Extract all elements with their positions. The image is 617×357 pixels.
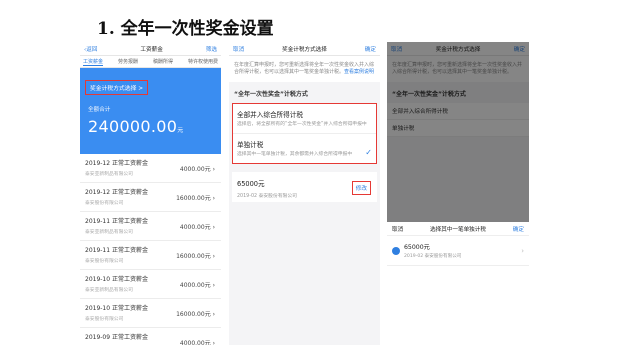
bonus-picker-sheet: 取消 选择其中一笔单独计税 确定 65000元 2019-02 泰安股份有限公司… — [387, 222, 529, 345]
nav-title: 奖金计税方式选择 — [282, 46, 327, 53]
sheet-header: 取消 选择其中一笔单独计税 确定 — [387, 222, 529, 236]
confirm-button[interactable]: 确定 — [365, 45, 376, 53]
option-separate[interactable]: 单独计税 选择其中一笔单独计税，其余都需并入综合所得申报中 ✓ — [233, 134, 376, 163]
check-icon: ✓ — [365, 148, 372, 157]
bonus-item: 65000元 2019-02 泰安股份有限公司 修改 — [232, 172, 377, 202]
edit-button[interactable]: 修改 — [351, 181, 371, 195]
salary-list: 2019-12 正常工资薪金 泰安亚新制品有限公司 4000.00元 › 2019-1… — [80, 154, 221, 345]
tab-salary[interactable]: 工资薪金 — [83, 58, 104, 66]
salary-row[interactable]: 2019-11 正常工资薪金 泰安亚新制品有限公司 4000.00元 › — [80, 212, 221, 241]
bonus-entry[interactable]: 65000元 2019-02 泰安股份有限公司 › — [387, 236, 529, 266]
filter-button[interactable]: 筛选 — [206, 45, 217, 53]
row-amount: 4000.00元 › — [179, 166, 215, 173]
phone-bonus-picker: 取消 奖金计税方式选择 确定 在年度汇算申报时，您可重新选择将全年一次性奖金收入… — [387, 42, 529, 345]
salary-row[interactable]: 2019-12 正常工资薪金 泰安股份有限公司 16000.00元 › — [80, 183, 221, 212]
case-link[interactable]: 查看案例说明 — [344, 69, 374, 75]
nav-title: 工资薪金 — [140, 46, 163, 53]
row-amount: 16000.00元 › — [176, 253, 215, 260]
tab-license[interactable]: 特许权使用费 — [188, 58, 218, 65]
salary-row[interactable]: 2019-10 正常工资薪金 泰安亚新制品有限公司 4000.00元 › — [80, 270, 221, 299]
row-amount: 16000.00元 › — [176, 311, 215, 318]
entry-company: 2019-02 泰安股份有限公司 — [404, 254, 462, 259]
radio-selected-icon — [392, 246, 400, 255]
total-label: 全额合计 — [88, 107, 111, 113]
option-combined[interactable]: 全部并入综合所得计税 选择后，将全部所有的“全年一次性奖金”并入综合所得申报中 — [233, 104, 376, 134]
section-title: “全年一次性奖金”计税方式 — [234, 91, 308, 98]
tab-royalty[interactable]: 稿酬所得 — [153, 58, 173, 65]
option-combined-title: 全部并入综合所得计税 — [237, 111, 303, 119]
salary-row[interactable]: 2019-09 正常工资薪金泰安亚新制品有限公司4000.00元 › — [80, 328, 221, 345]
back-button[interactable]: ‹返回 — [84, 45, 97, 53]
row-amount: 4000.00元 › — [179, 282, 215, 289]
nav-bar: 取消 奖金计税方式选择 确定 — [229, 42, 380, 56]
row-amount: 4000.00元 › — [179, 340, 215, 345]
cancel-button[interactable]: 取消 — [233, 45, 244, 53]
option-separate-title: 单独计税 — [237, 141, 264, 149]
option-separate-desc: 选择其中一笔单独计税，其余都需并入综合所得申报中 — [237, 152, 353, 157]
entry-amount: 65000元 — [404, 244, 430, 251]
sheet-cancel-button[interactable]: 取消 — [392, 225, 403, 233]
method-options: 全部并入综合所得计税 选择后，将全部所有的“全年一次性奖金”并入综合所得申报中 … — [232, 103, 377, 164]
phone-salary-list: ‹返回 工资薪金 筛选 工资薪金 劳务报酬 稿酬所得 特许权使用费 奖金计税方式… — [80, 42, 221, 345]
row-amount: 4000.00元 › — [179, 224, 215, 231]
income-tabs: 工资薪金 劳务报酬 稿酬所得 特许权使用费 — [80, 56, 221, 68]
modal-overlay[interactable] — [387, 42, 529, 222]
chevron-right-icon: › — [521, 246, 524, 255]
sheet-title: 选择其中一笔单独计税 — [430, 226, 486, 233]
row-amount: 16000.00元 › — [176, 195, 215, 202]
nav-bar: ‹返回 工资薪金 筛选 — [80, 42, 221, 56]
page-title: 1. 全年一次性奖金设置 — [97, 19, 274, 39]
option-combined-desc: 选择后，将全部所有的“全年一次性奖金”并入综合所得申报中 — [237, 122, 367, 127]
salary-row[interactable]: 2019-11 正常工资薪金 泰安股份有限公司 16000.00元 › — [80, 241, 221, 270]
total-value: 240000.00 — [88, 117, 178, 136]
bonus-method-button[interactable]: 奖金计税方式选择 > — [85, 80, 149, 95]
salary-row[interactable]: 2019-10 正常工资薪金 泰安股份有限公司 16000.00元 › — [80, 299, 221, 328]
phone-method-select: 取消 奖金计税方式选择 确定 在年度汇算申报时，您可重新选择将全年一次性奖金收入… — [229, 42, 380, 345]
salary-row[interactable]: 2019-12 正常工资薪金 泰安亚新制品有限公司 4000.00元 › — [80, 154, 221, 183]
tab-labor[interactable]: 劳务报酬 — [118, 58, 138, 65]
description: 在年度汇算申报时，您可重新选择将全年一次性奖金收入并入综合所得计税，也可以选择其… — [229, 56, 380, 82]
total-banner: 奖金计税方式选择 > 全额合计 240000.00元 — [80, 68, 221, 154]
total-amount: 240000.00元 — [88, 117, 184, 136]
total-unit: 元 — [177, 127, 184, 134]
sheet-confirm-button[interactable]: 确定 — [513, 225, 524, 233]
